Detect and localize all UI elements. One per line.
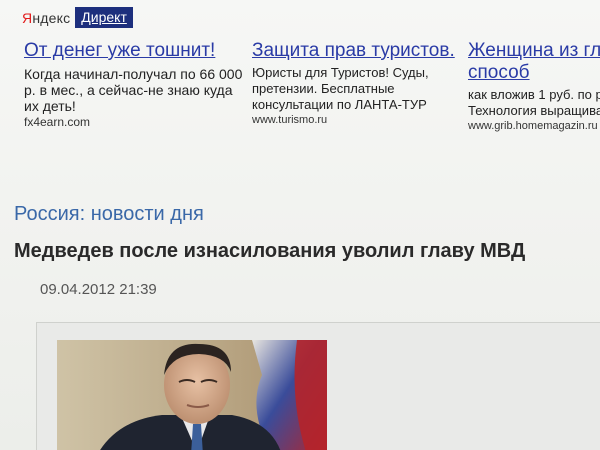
article-date: 09.04.2012 21:39 (40, 281, 157, 298)
ad-domain-link[interactable]: www.turismo.ru (252, 114, 462, 126)
ad-text: Когда начинал-получал по 66 000 р. в мес… (24, 66, 243, 114)
ad-block-1: От денег уже тошнит! Когда начинал-получ… (24, 40, 244, 129)
yandex-logo[interactable]: Яндекс (22, 10, 70, 26)
article-photo[interactable] (57, 340, 327, 450)
section-heading[interactable]: Россия: новости дня (14, 203, 204, 226)
yandex-logo-rest: ндекс (32, 9, 71, 26)
article-headline: Медведев после изнасилования уволил глав… (14, 240, 526, 262)
yandex-direct-header: Яндекс Директ (22, 7, 133, 28)
ad-block-3: Женщина из глу нашла способ как вложив 1… (468, 40, 600, 132)
ad-domain-link[interactable]: www.grib.homemagazin.ru (468, 120, 600, 132)
direct-link[interactable]: Директ (75, 7, 133, 28)
ad-title-link[interactable]: От денег уже тошнит! (24, 40, 244, 62)
ad-block-2: Защита прав туристов. Юристы для Туристо… (252, 40, 462, 126)
page: Яндекс Директ От денег уже тошнит! Когда… (0, 0, 600, 450)
ad-title-link[interactable]: Женщина из глу нашла способ (468, 40, 600, 84)
article-photo-image (57, 340, 327, 450)
yandex-logo-first-letter: Я (22, 9, 33, 26)
ad-text: Юристы для Туристов! Суды, претензии. Бе… (252, 65, 429, 112)
ad-text: как вложив 1 руб. по руб. Технология выр… (468, 87, 600, 118)
ad-domain-link[interactable]: fx4earn.com (24, 115, 244, 129)
ad-title-link[interactable]: Защита прав туристов. (252, 40, 462, 62)
